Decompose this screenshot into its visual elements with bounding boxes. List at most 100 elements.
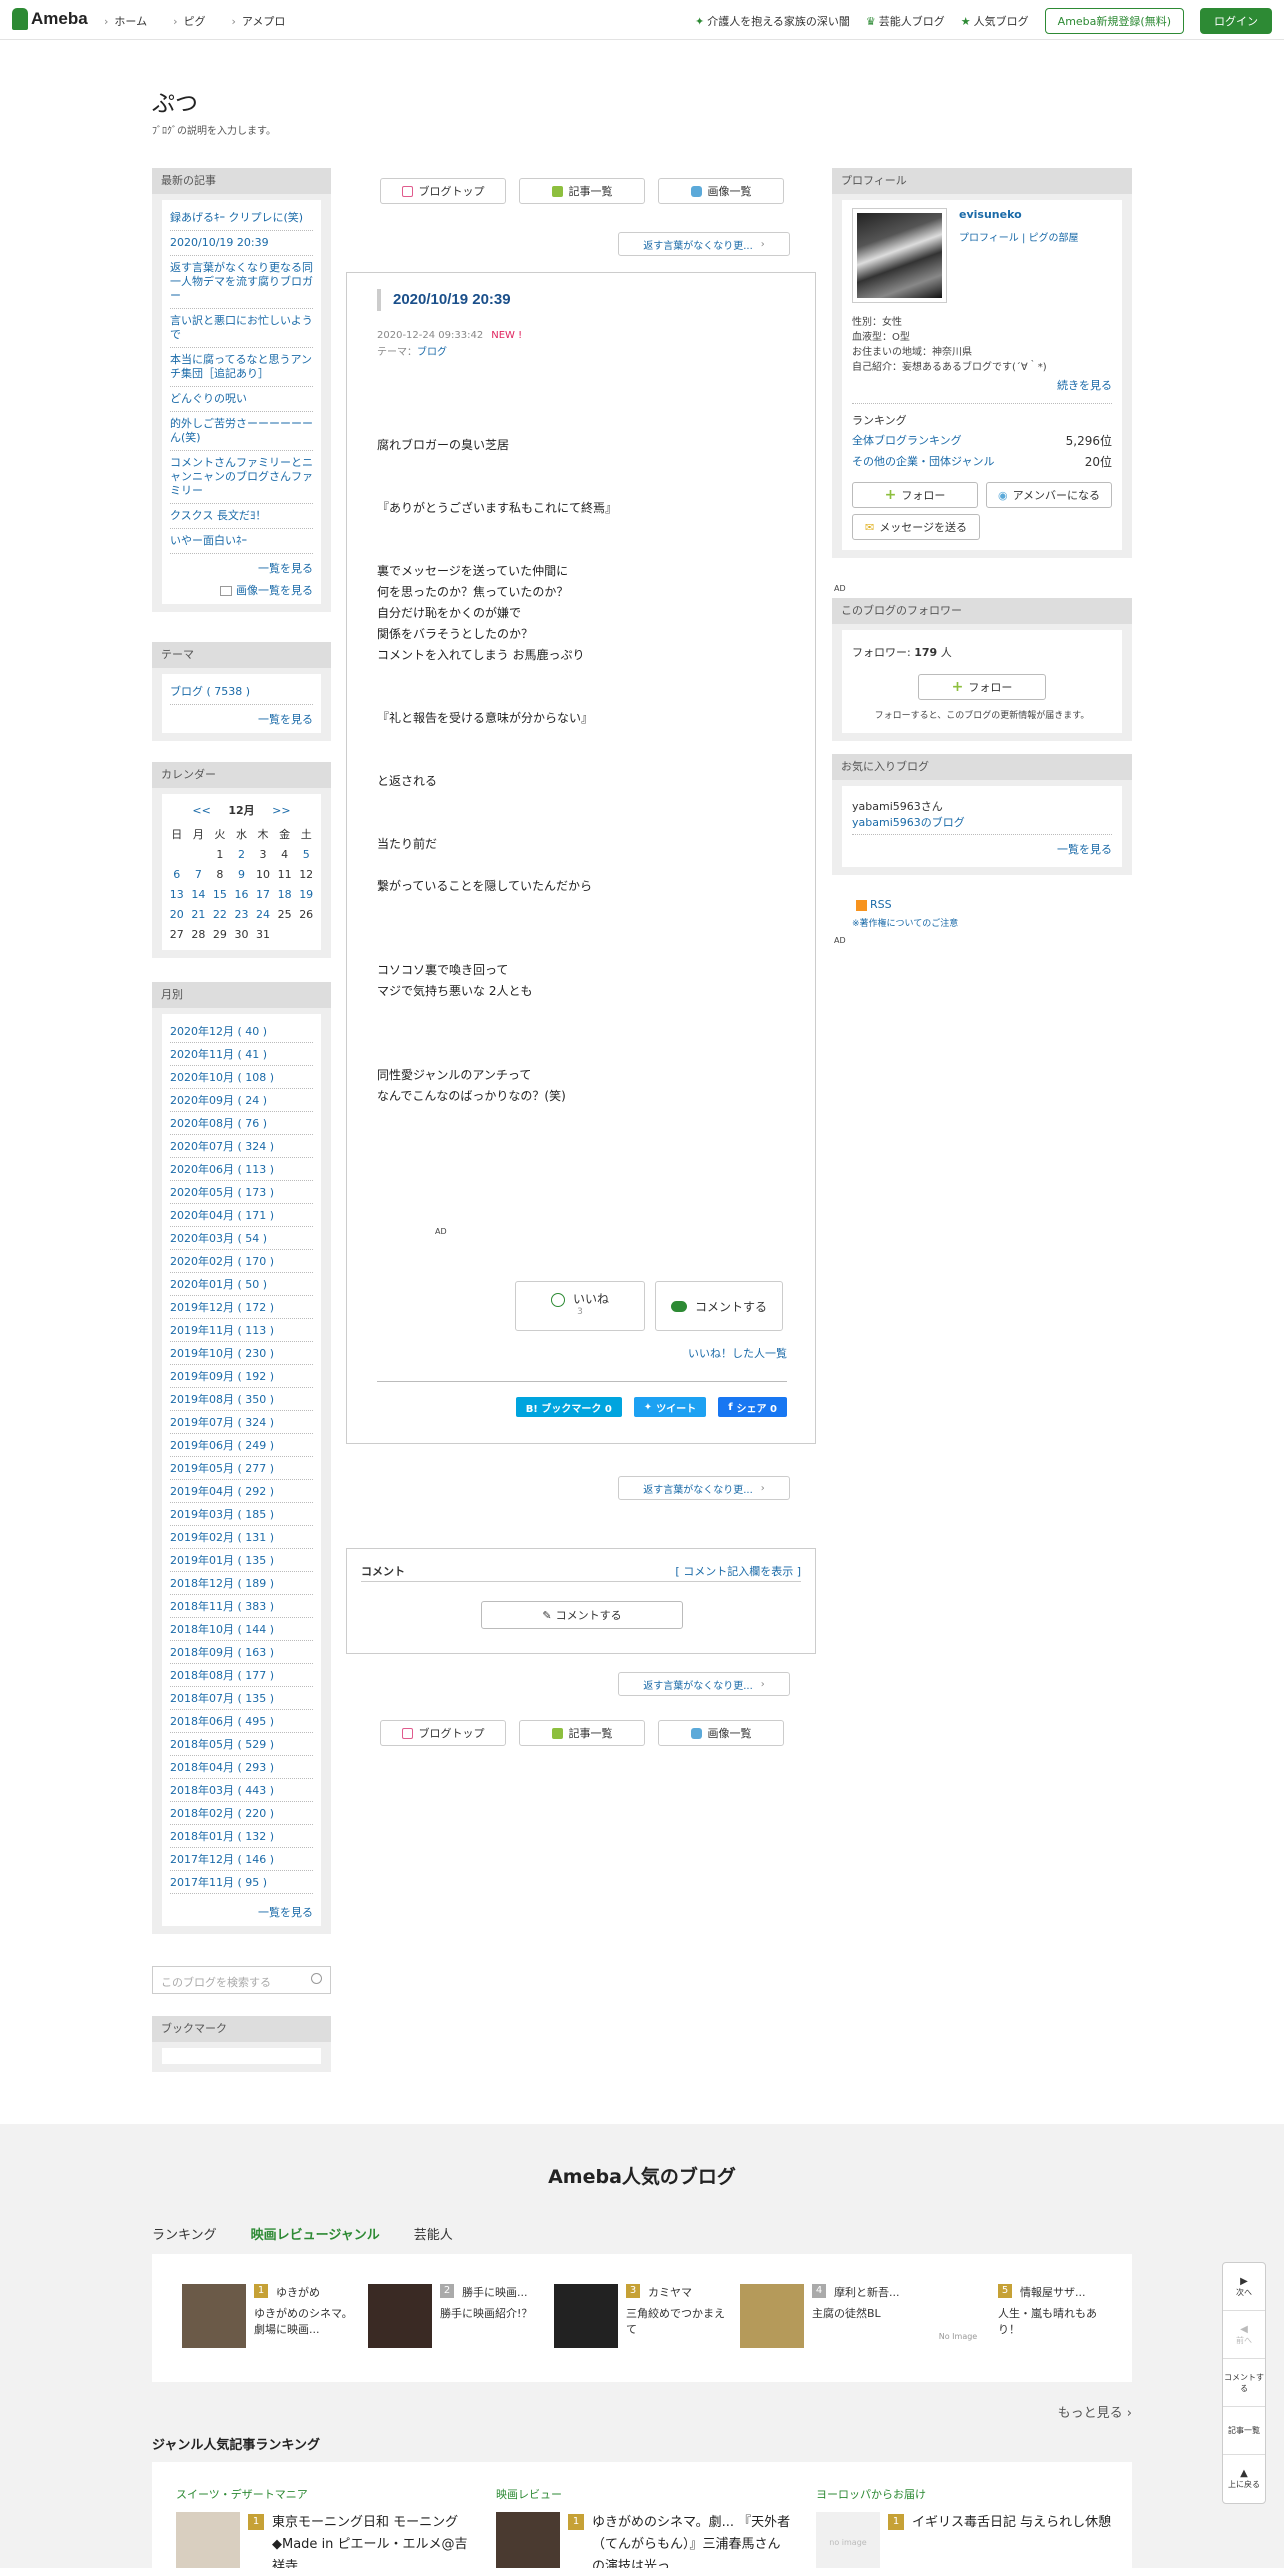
monthly-archive-link[interactable]: 2018年05月 ( 529 ) [170, 1733, 313, 1756]
monthly-archive-link[interactable]: 2019年05月 ( 277 ) [170, 1457, 313, 1480]
ranking-blog-desc[interactable]: 勝手に映画紹介!？ [440, 2306, 548, 2322]
tab-movie-review[interactable]: 映画レビュージャンル [251, 2224, 380, 2243]
monthly-archive-link[interactable]: 2018年07月 ( 135 ) [170, 1687, 313, 1710]
monthly-archive-link[interactable]: 2019年11月 ( 113 ) [170, 1319, 313, 1342]
monthly-archive-link[interactable]: 2020年09月 ( 24 ) [170, 1089, 313, 1112]
monthly-archive-link[interactable]: 2018年10月 ( 144 ) [170, 1618, 313, 1641]
register-button[interactable]: Ameba新規登録(無料) [1044, 8, 1184, 34]
blog-top-button[interactable]: ブログトップ [380, 178, 506, 204]
article-list-button[interactable]: 記事一覧 [519, 178, 645, 204]
article-list-nav-button[interactable]: 記事一覧 [1223, 2407, 1265, 2455]
calendar-day[interactable]: 23 [231, 904, 253, 924]
calendar-prev[interactable]: << [192, 804, 210, 817]
recent-article-link[interactable]: 本当に腐ってるなと思うアンチ集団［追記あり］ [170, 348, 313, 387]
ranking-item[interactable]: 2 勝手に映画... 勝手に映画紹介!？ [368, 2284, 548, 2348]
image-list-link[interactable]: 画像一覧を見る [170, 576, 313, 598]
genre-category-link[interactable]: ヨーロッパからお届け [816, 2486, 1116, 2502]
recent-article-link[interactable]: 的外しご苦労さーーーーーーん(笑) [170, 412, 313, 451]
monthly-archive-link[interactable]: 2020年05月 ( 173 ) [170, 1181, 313, 1204]
follower-follow-button[interactable]: + フォロー [918, 674, 1046, 700]
next-article-button-bottom[interactable]: 返す言葉がなくなり更... [618, 1476, 790, 1500]
nav-pigg[interactable]: ピグ [173, 13, 205, 29]
genre-ranking-link[interactable]: その他の企業・団体ジャンル [852, 453, 994, 470]
blog-search-input[interactable]: このブログを検索する [152, 1966, 331, 1994]
monthly-more-link[interactable]: 一覧を見る [170, 1894, 313, 1920]
ranking-blog-desc[interactable]: 人生・嵐も晴れもあり！ [998, 2306, 1106, 2338]
profile-link[interactable]: プロフィール [959, 233, 1019, 244]
amember-button[interactable]: ◉ アメンバーになる [986, 482, 1112, 508]
ranking-thumbnail[interactable] [368, 2284, 432, 2348]
favorites-more-link[interactable]: 一覧を見る [852, 835, 1112, 857]
monthly-archive-link[interactable]: 2020年02月 ( 170 ) [170, 1250, 313, 1273]
next-article-button-lower[interactable]: 返す言葉がなくなり更... [618, 1672, 790, 1696]
ameba-logo[interactable]: Ameba [12, 8, 88, 30]
calendar-day[interactable]: 18 [274, 884, 296, 904]
genre-category-link[interactable]: スイーツ・デザートマニア [176, 2486, 476, 2502]
monthly-archive-link[interactable]: 2018年12月 ( 189 ) [170, 1572, 313, 1595]
nav-amepro[interactable]: アメプロ [231, 13, 285, 29]
monthly-archive-link[interactable]: 2020年03月 ( 54 ) [170, 1227, 313, 1250]
overall-ranking-link[interactable]: 全体ブログランキング [852, 432, 962, 449]
trend-link[interactable]: ✦ 介護人を抱える家族の深い闇 [695, 13, 850, 29]
theme-item[interactable]: ブログ ( 7538 ) [170, 680, 313, 705]
calendar-day[interactable]: 14 [188, 884, 210, 904]
follow-button[interactable]: + フォロー [852, 482, 978, 508]
recent-article-link[interactable]: いやー面白いﾈｰ [170, 529, 313, 554]
recent-article-link[interactable]: 録あげるｷｰ クリプレに(笑) [170, 206, 313, 231]
monthly-archive-link[interactable]: 2018年02月 ( 220 ) [170, 1802, 313, 1825]
monthly-archive-link[interactable]: 2018年04月 ( 293 ) [170, 1756, 313, 1779]
calendar-day[interactable]: 6 [166, 864, 188, 884]
monthly-archive-link[interactable]: 2020年10月 ( 108 ) [170, 1066, 313, 1089]
comment-button[interactable]: コメントする [655, 1281, 783, 1331]
image-list-button[interactable]: 画像一覧 [658, 178, 784, 204]
favorite-blog-link[interactable]: yabami5963のブログ [852, 814, 1112, 835]
monthly-archive-link[interactable]: 2019年01月 ( 135 ) [170, 1549, 313, 1572]
recent-article-link[interactable]: 言い訳と悪口にお忙しいようで [170, 309, 313, 348]
nav-home[interactable]: ホーム [104, 13, 147, 29]
monthly-archive-link[interactable]: 2019年06月 ( 249 ) [170, 1434, 313, 1457]
next-button[interactable]: ▶ 次へ [1223, 2263, 1265, 2311]
calendar-day[interactable]: 7 [188, 864, 210, 884]
genre-article-link[interactable]: 東京モーニング日和 モーニング◆Made in ピエール・エルメ@吉祥寺 [272, 2512, 472, 2568]
profile-avatar[interactable] [852, 208, 947, 303]
calendar-day[interactable]: 22 [209, 904, 231, 924]
ranking-blog-name[interactable]: 情報屋サザ... [1020, 2284, 1086, 2300]
monthly-archive-link[interactable]: 2019年09月 ( 192 ) [170, 1365, 313, 1388]
calendar-day[interactable]: 21 [188, 904, 210, 924]
search-icon[interactable] [311, 1973, 322, 1984]
ranking-thumbnail[interactable] [182, 2284, 246, 2348]
ranking-thumbnail[interactable] [740, 2284, 804, 2348]
image-list-button-bottom[interactable]: 画像一覧 [658, 1720, 784, 1746]
monthly-archive-link[interactable]: 2020年01月 ( 50 ) [170, 1273, 313, 1296]
monthly-archive-link[interactable]: 2018年03月 ( 443 ) [170, 1779, 313, 1802]
genre-article-link[interactable]: イギリス毒舌日記 与えられし休憩 [912, 2512, 1112, 2534]
blog-title[interactable]: ぷつ [152, 84, 198, 118]
ranking-blog-name[interactable]: ゆきがめ [276, 2284, 320, 2300]
facebook-share-button[interactable]: f シェア 0 [718, 1397, 787, 1417]
monthly-archive-link[interactable]: 2019年07月 ( 324 ) [170, 1411, 313, 1434]
ranking-item[interactable]: 4 摩利と新吾... 主腐の徒然BL [740, 2284, 920, 2348]
monthly-archive-link[interactable]: 2020年06月 ( 113 ) [170, 1158, 313, 1181]
calendar-day[interactable]: 13 [166, 884, 188, 904]
tab-celebrity[interactable]: 芸能人 [414, 2224, 453, 2243]
calendar-day[interactable]: 2 [231, 844, 253, 864]
ranking-blog-name[interactable]: 摩利と新吾... [834, 2284, 900, 2300]
recent-article-link[interactable]: クスクス 長文だﾖ！ [170, 504, 313, 529]
article-list-button-bottom[interactable]: 記事一覧 [519, 1720, 645, 1746]
ranking-blog-desc[interactable]: ゆきがめのシネマ。劇場に映画... [254, 2306, 362, 2338]
ranking-blog-name[interactable]: 勝手に映画... [462, 2284, 528, 2300]
ranking-blog-name[interactable]: カミヤマ [648, 2284, 692, 2300]
ranking-item[interactable]: 3 カミヤマ 三角絞めでつかまえて [554, 2284, 734, 2348]
comment-nav-button[interactable]: コメントする [1223, 2359, 1265, 2407]
calendar-day[interactable]: 16 [231, 884, 253, 904]
monthly-archive-link[interactable]: 2019年10月 ( 230 ) [170, 1342, 313, 1365]
hatena-bookmark-button[interactable]: B! ブックマーク 0 [515, 1397, 622, 1417]
back-to-top-button[interactable]: ▲ 上に戻る [1223, 2455, 1265, 2503]
monthly-archive-link[interactable]: 2019年12月 ( 172 ) [170, 1296, 313, 1319]
monthly-archive-link[interactable]: 2018年08月 ( 177 ) [170, 1664, 313, 1687]
monthly-archive-link[interactable]: 2020年04月 ( 171 ) [170, 1204, 313, 1227]
profile-name[interactable]: evisuneko [959, 208, 1079, 221]
like-button[interactable]: いいね 3 [515, 1281, 645, 1331]
monthly-archive-link[interactable]: 2020年11月 ( 41 ) [170, 1043, 313, 1066]
copyright-notice-link[interactable]: ※著作権についてのご注意 [852, 916, 958, 929]
